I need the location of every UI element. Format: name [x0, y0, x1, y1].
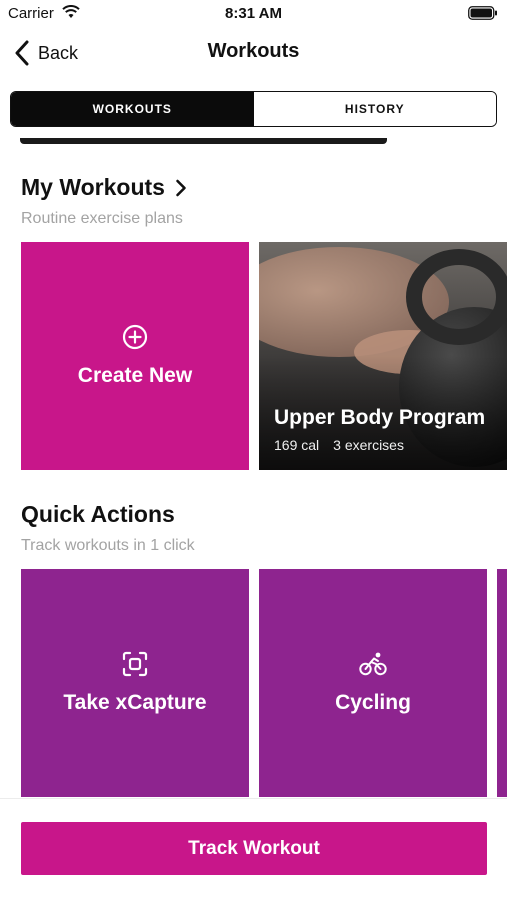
tab-history[interactable]: HISTORY [253, 92, 496, 126]
track-workout-button[interactable]: Track Workout [21, 822, 487, 875]
segmented-control: WORKOUTS HISTORY [10, 91, 497, 127]
tab-workouts[interactable]: WORKOUTS [11, 92, 254, 126]
chevron-left-icon [15, 40, 29, 66]
cycling-icon [359, 652, 387, 676]
status-bar: Carrier 8:31 AM [0, 0, 507, 28]
navigation-bar: Back Workouts [0, 28, 507, 78]
my-workouts-link[interactable]: My Workouts [21, 174, 187, 201]
quick-action-partial-card[interactable] [497, 569, 507, 797]
quick-actions-subtitle: Track workouts in 1 click [21, 537, 195, 554]
program-title: Upper Body Program [274, 406, 486, 429]
program-calories: 169 cal [274, 437, 320, 453]
scan-icon [122, 651, 148, 677]
scrolled-content-edge [20, 138, 387, 144]
cycling-label: Cycling [335, 691, 411, 714]
my-workouts-title: My Workouts [21, 174, 165, 200]
quick-actions-title: Quick Actions [21, 501, 175, 527]
status-time: 8:31 AM [225, 5, 282, 22]
back-label: Back [38, 42, 79, 63]
program-exercises: 3 exercises [333, 437, 404, 453]
battery-icon [468, 6, 497, 20]
quick-action-xcapture[interactable]: Take xCapture [21, 569, 249, 797]
create-new-card[interactable]: Create New [21, 242, 249, 470]
chevron-right-icon [176, 179, 186, 196]
add-circle-icon [122, 324, 148, 350]
xcapture-label: Take xCapture [63, 691, 207, 714]
quick-action-cycling[interactable]: Cycling [259, 569, 487, 797]
program-photo [259, 242, 507, 470]
create-new-label: Create New [77, 364, 193, 387]
program-meta: 169 cal 3 exercises [274, 437, 404, 453]
back-button[interactable]: Back [14, 38, 78, 68]
my-workouts-subtitle: Routine exercise plans [21, 210, 183, 227]
program-card-upper-body[interactable]: Upper Body Program 169 cal 3 exercises [259, 242, 507, 470]
